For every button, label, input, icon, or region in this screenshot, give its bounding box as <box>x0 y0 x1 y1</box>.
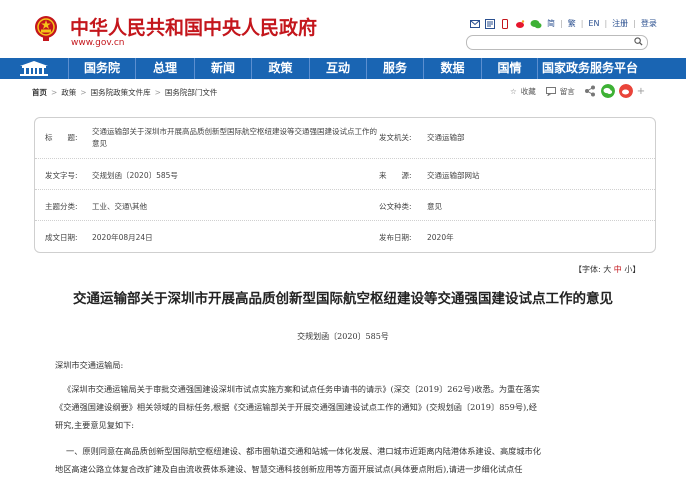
divider: | <box>560 19 563 28</box>
breadcrumb-separator: > <box>80 88 87 97</box>
site-url: www.gov.cn <box>71 38 125 48</box>
share-icon[interactable] <box>583 84 597 98</box>
lang-traditional-link[interactable]: 繁 <box>568 18 576 29</box>
nav-item-data[interactable]: 数据 <box>423 58 481 79</box>
login-link[interactable]: 登录 <box>641 18 657 29</box>
favorite-link[interactable]: 收藏 <box>521 86 536 97</box>
search-input[interactable] <box>466 35 648 50</box>
national-emblem-icon[interactable] <box>34 14 58 42</box>
font-size-suffix: 】 <box>632 265 641 274</box>
docno-label: 发文字号: <box>45 171 78 180</box>
breadcrumb-dept-files[interactable]: 国务院部门文件 <box>165 88 218 97</box>
metadata-row-title: 标 题: 交通运输部关于深圳市开展高品质创新型国际航空枢纽建设等交通强国建设试点… <box>35 118 655 159</box>
paragraph-line: 研究,主要意见复如下: <box>55 420 135 430</box>
category-label: 公文种类: <box>379 202 412 211</box>
comment-icon[interactable] <box>545 86 556 96</box>
breadcrumb-policy-library[interactable]: 国务院政策文件库 <box>91 88 151 97</box>
divider: | <box>604 19 608 28</box>
nav-item-news[interactable]: 新闻 <box>194 58 251 79</box>
register-link[interactable]: 注册 <box>612 18 628 29</box>
building-icon <box>20 61 48 76</box>
weibo-share-icon[interactable] <box>618 84 633 98</box>
divider: | <box>633 19 636 28</box>
weibo-icon[interactable] <box>515 19 525 29</box>
nav-item-national-profile[interactable]: 国情 <box>481 58 537 79</box>
font-size-control: 【字体: 大 中 小】 <box>574 264 640 275</box>
wechat-icon[interactable] <box>530 19 542 29</box>
paragraph-line: 《交通强国建设纲要》相关领域的目标任务,根据《交通运输部关于开展交通强国建设试点… <box>55 402 537 412</box>
published-date-label: 发布日期: <box>379 233 412 242</box>
metadata-row-dates: 成文日期: 2020年08月24日 发布日期: 2020年 <box>35 220 655 251</box>
comment-link[interactable]: 留言 <box>560 86 575 97</box>
nav-item-premier[interactable]: 总理 <box>135 58 194 79</box>
font-size-medium[interactable]: 中 <box>614 265 622 274</box>
newspaper-icon[interactable] <box>485 18 495 29</box>
font-size-prefix: 【字体: <box>574 265 601 274</box>
source-value: 交通运输部网站 <box>427 171 480 180</box>
paragraph-line: 一、原则同意在高品质创新型国际航空枢纽建设、都市圈轨道交通和站城一体化发展、港口… <box>66 446 541 456</box>
wechat-share-icon[interactable] <box>600 84 615 98</box>
share-bar: ☆ 收藏 留言 + <box>510 84 645 98</box>
topic-label: 主题分类: <box>45 202 78 211</box>
divider: | <box>580 19 584 28</box>
docno-value: 交规划函〔2020〕585号 <box>92 171 178 180</box>
nav-item-gov-service-platform[interactable]: 国家政务服务平台 <box>537 58 642 79</box>
topic-value: 工业、交通\其他 <box>92 202 148 211</box>
breadcrumb-separator: > <box>154 88 161 97</box>
published-date-value: 2020年 <box>427 233 454 242</box>
site-header: 中华人民共和国中央人民政府 www.gov.cn 简 | 繁 | EN | 注册… <box>0 0 686 58</box>
title-label: 标 题: <box>45 133 78 142</box>
nav-item-policy[interactable]: 政策 <box>251 58 309 79</box>
lang-simplified-link[interactable]: 简 <box>547 18 555 29</box>
nav-item-interaction[interactable]: 互动 <box>309 58 366 79</box>
issuer-value: 交通运输部 <box>427 133 465 142</box>
metadata-row-docno: 发文字号: 交规划函〔2020〕585号 来 源: 交通运输部网站 <box>35 158 655 190</box>
document-title: 交通运输部关于深圳市开展高品质创新型国际航空枢纽建设等交通强国建设试点工作的意见 <box>73 291 613 307</box>
mobile-icon[interactable] <box>500 18 510 29</box>
document-number: 交规划函〔2020〕585号 <box>297 332 389 341</box>
top-links: 简 | 繁 | EN | 注册 | 登录 <box>470 18 657 29</box>
search-icon[interactable] <box>634 37 643 46</box>
font-size-large[interactable]: 大 <box>603 265 611 274</box>
salutation: 深圳市交通运输局: <box>55 360 124 370</box>
site-title[interactable]: 中华人民共和国中央人民政府 <box>70 13 317 40</box>
written-date-value: 2020年08月24日 <box>92 233 153 242</box>
paragraph-line: 地区高速公路立体复合改扩建及自由流收费体系建设、智慧交通科技创新应用等方面开展试… <box>55 464 523 474</box>
title-value: 交通运输部关于深圳市开展高品质创新型国际航空枢纽建设等交通强国建设试点工作的意见 <box>92 127 377 148</box>
email-icon[interactable] <box>470 19 480 29</box>
written-date-label: 成文日期: <box>45 233 78 242</box>
more-share-icon[interactable]: + <box>637 86 645 97</box>
main-nav: 国务院 总理 新闻 政策 互动 服务 数据 国情 国家政务服务平台 <box>0 58 686 79</box>
category-value: 意见 <box>427 202 442 211</box>
star-icon[interactable]: ☆ <box>510 87 517 96</box>
breadcrumb-separator: > <box>51 88 58 97</box>
breadcrumb-home[interactable]: 首页 <box>32 88 47 97</box>
nav-home-logo[interactable] <box>0 58 68 79</box>
breadcrumb-policy[interactable]: 政策 <box>61 88 76 97</box>
issuer-label: 发文机关: <box>379 133 412 142</box>
paragraph-line: 《深圳市交通运输局关于审批交通强国建设深圳市试点实施方案和试点任务申请书的请示》… <box>63 384 540 394</box>
breadcrumb: 首页 > 政策 > 国务院政策文件库 > 国务院部门文件 <box>32 87 217 98</box>
metadata-row-topic: 主题分类: 工业、交通\其他 公文种类: 意见 <box>35 189 655 221</box>
lang-english-link[interactable]: EN <box>588 19 599 28</box>
source-label: 来 源: <box>379 171 412 180</box>
nav-item-services[interactable]: 服务 <box>366 58 423 79</box>
nav-item-state-council[interactable]: 国务院 <box>68 58 135 79</box>
document-metadata-table: 标 题: 交通运输部关于深圳市开展高品质创新型国际航空枢纽建设等交通强国建设试点… <box>34 117 656 253</box>
